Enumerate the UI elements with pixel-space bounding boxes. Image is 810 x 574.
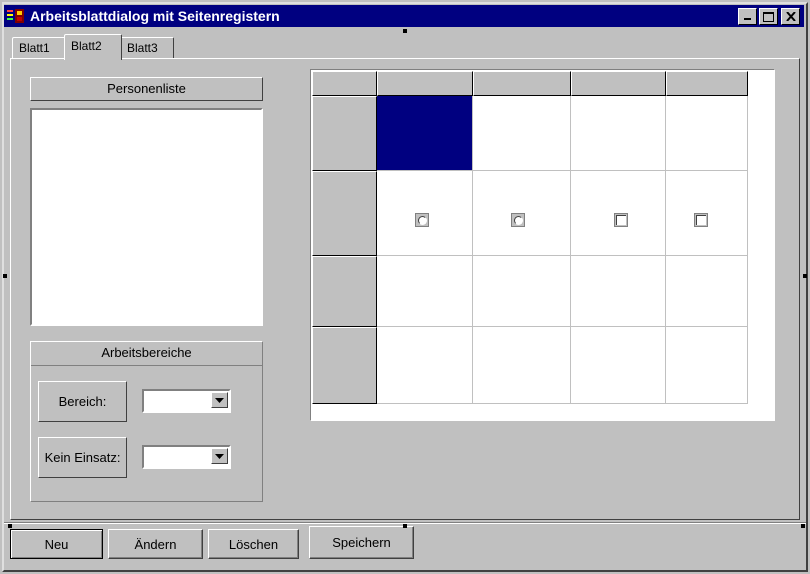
resize-handle[interactable]	[3, 274, 7, 278]
grid-cell[interactable]	[473, 327, 571, 404]
grid-column-header[interactable]	[377, 71, 473, 96]
grid-checkbox[interactable]	[614, 213, 628, 227]
grid-cell[interactable]	[473, 256, 571, 327]
resize-handle[interactable]	[403, 29, 407, 33]
tab-blatt2[interactable]: Blatt2	[64, 34, 122, 60]
radio-icon	[417, 215, 427, 225]
checkbox-icon	[696, 215, 706, 225]
chevron-down-icon	[215, 453, 224, 459]
grid-column-header[interactable]	[666, 71, 748, 96]
people-list-header: Personenliste	[30, 77, 263, 101]
grid-cell[interactable]	[666, 327, 748, 404]
no-use-combobox[interactable]	[142, 445, 231, 469]
resize-handle[interactable]	[403, 524, 407, 528]
grid-cell[interactable]	[571, 171, 666, 256]
grid-corner-header[interactable]	[312, 71, 377, 96]
tab-blatt1[interactable]: Blatt1	[12, 37, 66, 59]
grid-row-header[interactable]	[312, 96, 377, 171]
tab-blatt3[interactable]: Blatt3	[120, 37, 174, 59]
delete-button[interactable]: Löschen	[208, 529, 299, 559]
new-button[interactable]: Neu	[10, 529, 103, 559]
resize-handle[interactable]	[801, 524, 805, 528]
grid-row-header[interactable]	[312, 256, 377, 327]
grid-row-header[interactable]	[312, 171, 377, 256]
save-button[interactable]: Speichern	[309, 526, 414, 559]
grid-cell-selected[interactable]	[377, 96, 473, 171]
area-combobox[interactable]	[142, 389, 231, 413]
window-title: Arbeitsblattdialog mit Seitenregistern	[30, 8, 280, 24]
grid-cell[interactable]	[473, 96, 571, 171]
checkbox-icon	[616, 215, 626, 225]
worksheet-grid[interactable]	[310, 69, 775, 421]
app-icon[interactable]	[7, 8, 25, 24]
grid-checkbox[interactable]	[694, 213, 708, 227]
resize-handle[interactable]	[803, 274, 807, 278]
area-dropdown-button[interactable]	[211, 392, 228, 408]
resize-handle[interactable]	[8, 524, 12, 528]
grid-cell[interactable]	[377, 256, 473, 327]
grid-cell[interactable]	[377, 171, 473, 256]
grid-cell[interactable]	[666, 96, 748, 171]
area-label: Bereich:	[38, 381, 127, 422]
no-use-label: Kein Einsatz:	[38, 437, 127, 478]
close-button[interactable]	[781, 8, 800, 25]
no-use-dropdown-button[interactable]	[211, 448, 228, 464]
minimize-button[interactable]	[738, 8, 757, 25]
grid-cell[interactable]	[377, 327, 473, 404]
work-areas-header: Arbeitsbereiche	[31, 342, 262, 366]
grid-row-header[interactable]	[312, 327, 377, 404]
chevron-down-icon	[215, 397, 224, 403]
grid-radio-button[interactable]	[511, 213, 525, 227]
grid-radio-button[interactable]	[415, 213, 429, 227]
grid-cell[interactable]	[571, 327, 666, 404]
people-listbox[interactable]	[30, 108, 263, 326]
edit-button[interactable]: Ändern	[108, 529, 203, 559]
grid-cell[interactable]	[571, 256, 666, 327]
close-icon	[785, 12, 796, 21]
grid-cell[interactable]	[666, 171, 748, 256]
minimize-icon	[744, 18, 751, 20]
maximize-icon	[763, 11, 774, 22]
radio-icon	[513, 215, 523, 225]
maximize-button[interactable]	[759, 8, 778, 25]
grid-column-header[interactable]	[571, 71, 666, 96]
grid-cell[interactable]	[571, 96, 666, 171]
grid-cell[interactable]	[473, 171, 571, 256]
grid-cell[interactable]	[666, 256, 748, 327]
grid-column-header[interactable]	[473, 71, 571, 96]
